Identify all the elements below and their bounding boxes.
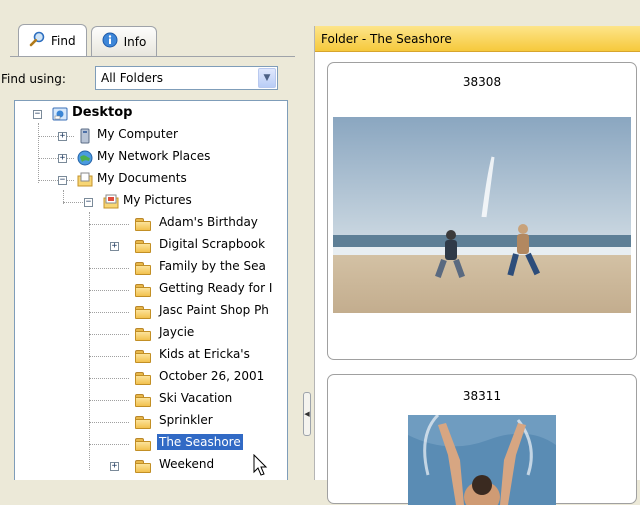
tree-guide (89, 378, 129, 379)
tree-item-folder[interactable]: Jasc Paint Shop Ph (157, 302, 271, 318)
pictures-folder-icon (103, 194, 119, 209)
collapse-icon[interactable]: − (84, 198, 93, 207)
tree-guide (89, 334, 129, 335)
tree-guide (38, 136, 74, 137)
computer-icon (80, 128, 90, 144)
find-using-label: Find using: (1, 72, 66, 86)
tab-find[interactable]: Find (18, 24, 87, 56)
tree-guide (89, 268, 129, 269)
tree-guide (89, 422, 129, 423)
documents-folder-icon (77, 172, 93, 187)
folder-icon (135, 394, 151, 407)
left-pane: Find Info Find using: All Folders ▼ − De… (0, 0, 300, 480)
find-using-select[interactable]: All Folders ▼ (95, 66, 278, 90)
find-using-row: Find using: All Folders ▼ (0, 66, 290, 92)
tree-item-folder[interactable]: Getting Ready for I (157, 280, 274, 296)
collapse-pane-handle[interactable]: ◀ (303, 392, 311, 436)
tab-panel-border (10, 56, 295, 57)
folder-icon (135, 372, 151, 385)
collapse-icon[interactable]: − (33, 110, 42, 119)
tab-bar: Find Info (18, 24, 158, 56)
tree-item-my-documents[interactable]: My Documents (95, 170, 189, 186)
info-icon (102, 32, 118, 51)
tree-guide (89, 290, 129, 291)
tree-guide (89, 444, 129, 445)
folder-icon (135, 328, 151, 341)
tree-guide (89, 356, 129, 357)
folder-icon (135, 350, 151, 363)
photo-thumbnail[interactable] (408, 415, 556, 505)
pane-splitter[interactable]: ◀ (300, 0, 314, 480)
folder-icon (135, 438, 151, 451)
tree-guide (89, 400, 129, 401)
folder-icon (135, 284, 151, 297)
expand-icon[interactable]: + (110, 242, 119, 251)
folder-header: Folder - The Seashore (315, 26, 640, 52)
thumbnail-pane: Folder - The Seashore 38308 38311 (314, 26, 640, 505)
tree-item-folder[interactable]: Sprinkler (157, 412, 215, 428)
folder-tree[interactable]: − Desktop + My Computer + My Network Pla… (14, 100, 288, 480)
folder-header-title: Folder - The Seashore (321, 31, 452, 46)
expand-icon[interactable]: + (58, 132, 67, 141)
thumbnail-title: 38308 (462, 75, 502, 89)
thumbnail-card[interactable]: 38311 (327, 374, 637, 505)
tab-info[interactable]: Info (90, 26, 158, 56)
tree-guide (89, 212, 90, 470)
tree-item-folder[interactable]: Family by the Sea (157, 258, 268, 274)
magnifier-icon (29, 31, 45, 50)
tree-root-desktop[interactable]: Desktop (70, 104, 134, 121)
tree-item-folder[interactable]: Digital Scrapbook (157, 236, 267, 252)
folder-icon (135, 416, 151, 429)
chevron-down-icon[interactable]: ▼ (258, 68, 276, 88)
tree-item-my-network-places[interactable]: My Network Places (95, 148, 212, 164)
collapse-icon[interactable]: − (58, 176, 67, 185)
tree-item-folder[interactable]: Adam's Birthday (157, 214, 260, 230)
tree-guide (89, 312, 129, 313)
tree-item-my-computer[interactable]: My Computer (95, 126, 180, 142)
photo-thumbnail[interactable] (333, 117, 631, 313)
network-icon (77, 150, 93, 166)
folder-icon (135, 218, 151, 231)
folder-icon (135, 306, 151, 319)
tree-item-folder[interactable]: Ski Vacation (157, 390, 234, 406)
folder-icon (135, 262, 151, 275)
tree-guide (38, 180, 74, 181)
thumbnail-title: 38311 (462, 389, 502, 403)
tree-item-my-pictures[interactable]: My Pictures (121, 192, 194, 208)
thumbnail-card[interactable]: 38308 (327, 62, 637, 360)
tab-find-label: Find (51, 33, 76, 48)
tree-item-folder[interactable]: Weekend (157, 456, 216, 472)
mouse-cursor-icon (253, 454, 268, 476)
tree-item-folder[interactable]: Kids at Ericka's (157, 346, 252, 362)
tree-guide (89, 224, 129, 225)
tree-item-folder-selected[interactable]: The Seashore (157, 434, 243, 450)
tree-guide (38, 158, 74, 159)
tree-item-folder[interactable]: October 26, 2001 (157, 368, 266, 384)
folder-icon (135, 240, 151, 253)
desktop-icon (52, 107, 68, 121)
expand-icon[interactable]: + (58, 154, 67, 163)
tree-guide (38, 123, 39, 183)
find-using-value: All Folders (101, 71, 164, 85)
expand-icon[interactable]: + (110, 462, 119, 471)
tree-item-folder[interactable]: Jaycie (157, 324, 196, 340)
folder-icon (135, 460, 151, 473)
tab-info-label: Info (123, 34, 147, 49)
